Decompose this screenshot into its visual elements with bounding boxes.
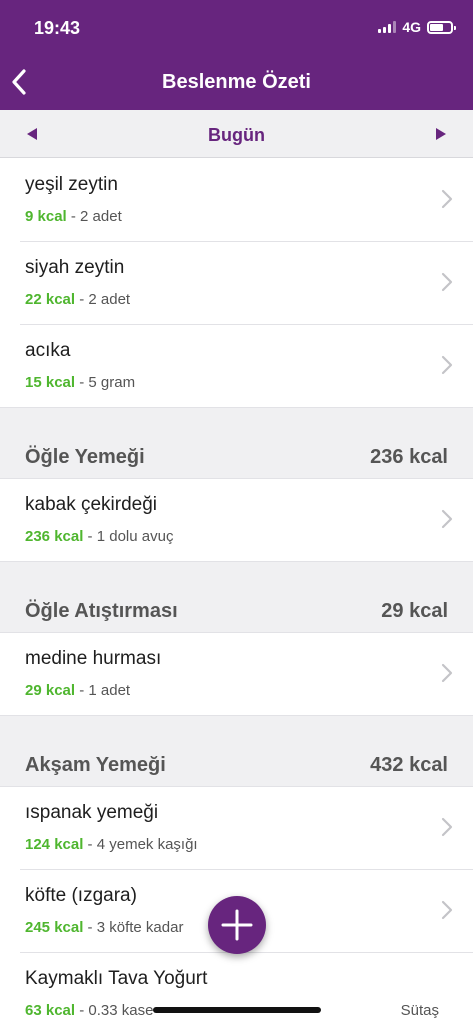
chevron-right-icon xyxy=(441,817,453,837)
section-header: Akşam Yemeği 432 kcal xyxy=(0,750,473,787)
food-kcal: 124 kcal xyxy=(25,836,84,853)
food-item[interactable]: siyah zeytin 22 kcal - 2 adet xyxy=(0,242,473,325)
food-item[interactable]: acıka 15 kcal - 5 gram xyxy=(0,325,473,408)
food-kcal: 245 kcal xyxy=(25,919,84,936)
food-detail: 63 kcal - 0.33 kase xyxy=(25,1002,153,1019)
food-portion: - 1 adet xyxy=(75,682,131,699)
divider xyxy=(0,407,473,408)
chevron-right-icon xyxy=(441,900,453,920)
food-kcal: 9 kcal xyxy=(25,208,67,225)
food-detail: 15 kcal - 5 gram xyxy=(25,374,135,391)
food-kcal: 15 kcal xyxy=(25,374,76,391)
battery-icon xyxy=(427,20,456,34)
section-header: Öğle Yemeği 236 kcal xyxy=(0,442,473,479)
food-kcal: 22 kcal xyxy=(25,291,76,308)
signal-icon xyxy=(378,21,397,33)
food-item[interactable]: medine hurması 29 kcal - 1 adet xyxy=(0,633,473,716)
next-day-button[interactable] xyxy=(429,122,453,146)
food-kcal: 236 kcal xyxy=(25,528,84,545)
meal-list[interactable]: yeşil zeytin 9 kcal - 2 adet siyah zeyti… xyxy=(0,159,473,1024)
plus-icon xyxy=(221,909,253,941)
section-gap xyxy=(0,408,473,442)
food-portion: - 1 dolu avuç xyxy=(83,528,174,545)
food-portion: - 2 adet xyxy=(66,208,122,225)
status-indicators: 4G xyxy=(378,19,456,35)
status-time: 19:43 xyxy=(34,18,81,38)
food-detail: 22 kcal - 2 adet xyxy=(25,291,130,308)
food-portion: - 3 köfte kadar xyxy=(83,919,184,936)
network-label: 4G xyxy=(402,19,421,35)
food-detail: 245 kcal - 3 köfte kadar xyxy=(25,919,183,936)
section-total: 432 kcal xyxy=(370,754,448,776)
section-title: Öğle Atıştırması xyxy=(25,600,178,622)
food-name: kabak çekirdeği xyxy=(25,494,158,515)
chevron-right-icon xyxy=(441,272,453,292)
status-bar: 19:43 4G xyxy=(0,0,473,56)
triangle-right-icon xyxy=(436,128,446,140)
chevron-right-icon xyxy=(441,509,453,529)
food-kcal: 63 kcal xyxy=(25,1002,76,1019)
food-name: yeşil zeytin xyxy=(25,174,118,195)
section-title: Öğle Yemeği xyxy=(25,446,145,468)
food-kcal: 29 kcal xyxy=(25,682,76,699)
food-detail: 236 kcal - 1 dolu avuç xyxy=(25,528,173,545)
add-food-button[interactable] xyxy=(208,896,266,954)
date-label: Bugün xyxy=(208,125,265,145)
page-title: Beslenme Özeti xyxy=(162,71,311,93)
food-detail: 9 kcal - 2 adet xyxy=(25,208,122,225)
food-name: ıspanak yemeği xyxy=(25,802,159,823)
food-brand: Sütaş xyxy=(400,1002,439,1019)
nav-bar: Beslenme Özeti xyxy=(0,56,473,110)
food-name: Kaymaklı Tava Yoğurt xyxy=(25,968,208,989)
section-gap xyxy=(0,716,473,750)
food-portion: - 4 yemek kaşığı xyxy=(83,836,198,853)
section-total: 236 kcal xyxy=(370,446,448,468)
divider xyxy=(0,561,473,562)
food-name: medine hurması xyxy=(25,648,162,669)
divider xyxy=(0,715,473,716)
food-name: siyah zeytin xyxy=(25,257,125,278)
food-portion: - 2 adet xyxy=(75,291,131,308)
chevron-right-icon xyxy=(441,189,453,209)
section-gap xyxy=(0,562,473,596)
food-detail: 29 kcal - 1 adet xyxy=(25,682,130,699)
food-portion: - 5 gram xyxy=(75,374,136,391)
chevron-right-icon xyxy=(441,355,453,375)
food-item[interactable]: yeşil zeytin 9 kcal - 2 adet xyxy=(0,159,473,242)
section-total: 29 kcal xyxy=(381,600,448,622)
date-selector: Bugün xyxy=(0,110,473,158)
food-portion: - 0.33 kase xyxy=(75,1002,154,1019)
food-detail: 124 kcal - 4 yemek kaşığı xyxy=(25,836,198,853)
chevron-right-icon xyxy=(441,663,453,683)
food-name: köfte (ızgara) xyxy=(25,885,137,906)
food-item[interactable]: kabak çekirdeği 236 kcal - 1 dolu avuç xyxy=(0,479,473,562)
section-title: Akşam Yemeği xyxy=(25,754,166,776)
food-item[interactable]: ıspanak yemeği 124 kcal - 4 yemek kaşığı xyxy=(0,787,473,870)
section-header: Öğle Atıştırması 29 kcal xyxy=(0,596,473,633)
home-indicator xyxy=(153,1007,321,1013)
food-name: acıka xyxy=(25,340,71,361)
